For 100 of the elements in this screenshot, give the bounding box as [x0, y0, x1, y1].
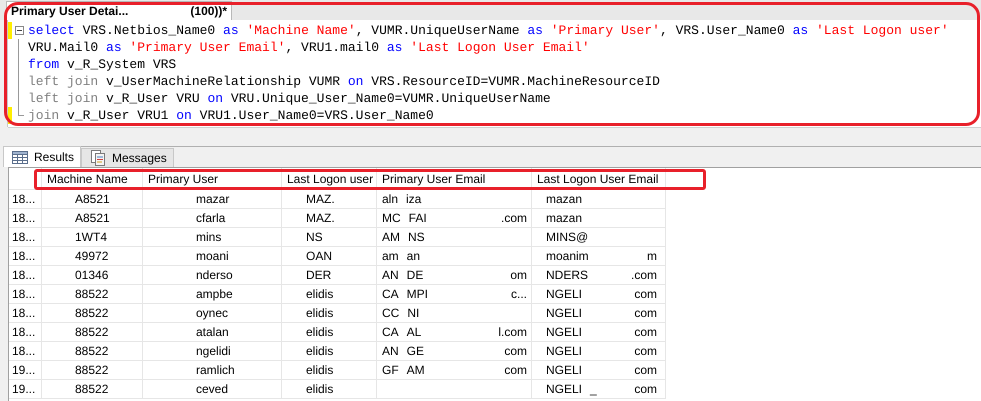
cell-text: FAI	[408, 211, 427, 225]
code-line: VRU.Mail0 as 'Primary User Email', VRU1.mail0 as 'Last Logon User Email'	[27, 39, 590, 56]
query-editor[interactable]	[7, 20, 981, 127]
cell-text: NGELI	[546, 363, 582, 377]
grid-icon	[12, 150, 28, 164]
cell-text: A8521	[75, 211, 110, 225]
cell-text: NI	[407, 306, 420, 320]
cell-text: MC	[382, 211, 401, 225]
cell-text: MPI	[406, 287, 428, 301]
row-header[interactable]: 18...	[9, 209, 42, 228]
cell-text: NDERS	[546, 268, 588, 282]
cell-text: CA	[382, 287, 399, 301]
cell-text: NGELI	[546, 306, 582, 320]
cell-text: DE	[406, 268, 424, 282]
cell-text: AM	[406, 363, 425, 377]
row-header[interactable]: 18...	[9, 228, 42, 247]
cell-text: NGELI	[546, 287, 582, 301]
cell-text: NS	[306, 230, 323, 244]
cell-text: 1WT4	[75, 230, 108, 244]
results-tab[interactable]: Results	[3, 146, 82, 167]
cell-text: ceved	[196, 382, 228, 396]
row-header[interactable]: 19...	[9, 380, 42, 399]
cell-text: MAZ.	[306, 192, 335, 206]
cell-text: mazan	[546, 192, 582, 206]
cell-text: mazar	[196, 192, 230, 206]
cell-text: DER	[306, 268, 332, 282]
row-header[interactable]: 19...	[9, 361, 42, 380]
cell-text: elidis	[306, 306, 334, 320]
row-header[interactable]: 18...	[9, 285, 42, 304]
cell-text: AN	[382, 268, 399, 282]
cell-text: aln	[382, 192, 398, 206]
cell-text: A8521	[75, 192, 110, 206]
cell-text: NGELI	[546, 344, 582, 358]
cell-text: OAN	[306, 249, 332, 263]
code-line: from v_R_System VRS	[27, 56, 176, 73]
code-line: join v_R_User VRU1 on VRU1.User_Name0=VRS.User_Name0	[27, 107, 434, 124]
cell-text: ramlich	[196, 363, 235, 377]
row-header[interactable]: 18...	[9, 342, 42, 361]
cell-text: l.com	[498, 325, 528, 339]
cell-text: nderso	[196, 268, 233, 282]
row-header[interactable]: 18...	[9, 304, 42, 323]
results-tab[interactable]: Messages	[81, 148, 174, 167]
cell-text: GE	[406, 344, 424, 358]
row-header[interactable]: 18...	[9, 190, 42, 209]
cell-text: .com	[630, 268, 658, 282]
cell-text: AM	[382, 230, 400, 244]
cell-text: com	[634, 344, 658, 358]
cell-text: ampbe	[196, 287, 233, 301]
cell-text: m	[647, 249, 658, 263]
cell-text: oynec	[196, 306, 228, 320]
cell-text: elidis	[306, 344, 334, 358]
row-header[interactable]: 18...	[9, 323, 42, 342]
cell-text: 88522	[75, 344, 108, 358]
cell-text: om	[510, 268, 528, 282]
code-line: select VRS.Netbios_Name0 as 'Machine Name', VUMR.UniqueUserName as 'Primary User', VRS.User_Name0 as 'Last Logon user'	[27, 22, 949, 39]
cell-text: 88522	[75, 306, 108, 320]
cell-text: cfarla	[196, 211, 226, 225]
cell-text: 88522	[75, 382, 108, 396]
cell-text: NGELI	[546, 382, 582, 396]
cell-text: 88522	[75, 363, 108, 377]
row-header[interactable]: 18...	[9, 247, 42, 266]
row-header[interactable]: 18...	[9, 266, 42, 285]
cell-text: _	[590, 382, 597, 396]
cell-text: 88522	[75, 287, 108, 301]
cell-text: mins	[196, 230, 222, 244]
cell-text: elidis	[306, 382, 334, 396]
cell-text: GF	[382, 363, 399, 377]
cell-text: elidis	[306, 287, 334, 301]
cell-text: moanim	[546, 249, 589, 263]
code-line: left join v_UserMachineRelationship VUMR on VRS.ResourceID=VUMR.MachineResourceID	[27, 73, 660, 90]
cell-text: com	[634, 325, 658, 339]
cell-text: com	[634, 306, 658, 320]
cell-text: c...	[510, 287, 528, 301]
cell-text: NS	[408, 230, 425, 244]
collapse-icon[interactable]	[14, 26, 24, 35]
cell-text: iza	[406, 192, 422, 206]
cell-text: am	[382, 249, 399, 263]
code-line: left join v_R_User VRU on VRU.Unique_User_Name0=VUMR.UniqueUserName	[27, 90, 551, 107]
cell-text: 01346	[75, 268, 108, 282]
cell-text: AL	[406, 325, 422, 339]
cell-text: NGELI	[546, 325, 582, 339]
cell-text: MINS@	[546, 230, 588, 244]
cell-text: com	[504, 344, 528, 358]
cell-text: CA	[382, 325, 399, 339]
cell-text: elidis	[306, 325, 334, 339]
cell-text: mazan	[546, 211, 582, 225]
cell-text: CC	[382, 306, 400, 320]
cell-text: elidis	[306, 363, 334, 377]
cell-text: AN	[382, 344, 399, 358]
cell-text: .com	[500, 211, 528, 225]
cell-text: atalan	[196, 325, 229, 339]
cell-text: moani	[196, 249, 229, 263]
cell-text: MAZ.	[306, 211, 335, 225]
cell-text: com	[504, 363, 528, 377]
cell-text: 88522	[75, 325, 108, 339]
cell-text: com	[634, 382, 658, 396]
cell-text: com	[634, 287, 658, 301]
cell-text: ngelidi	[196, 344, 231, 358]
cell-text: an	[406, 249, 420, 263]
cell-text: 49972	[75, 249, 108, 263]
